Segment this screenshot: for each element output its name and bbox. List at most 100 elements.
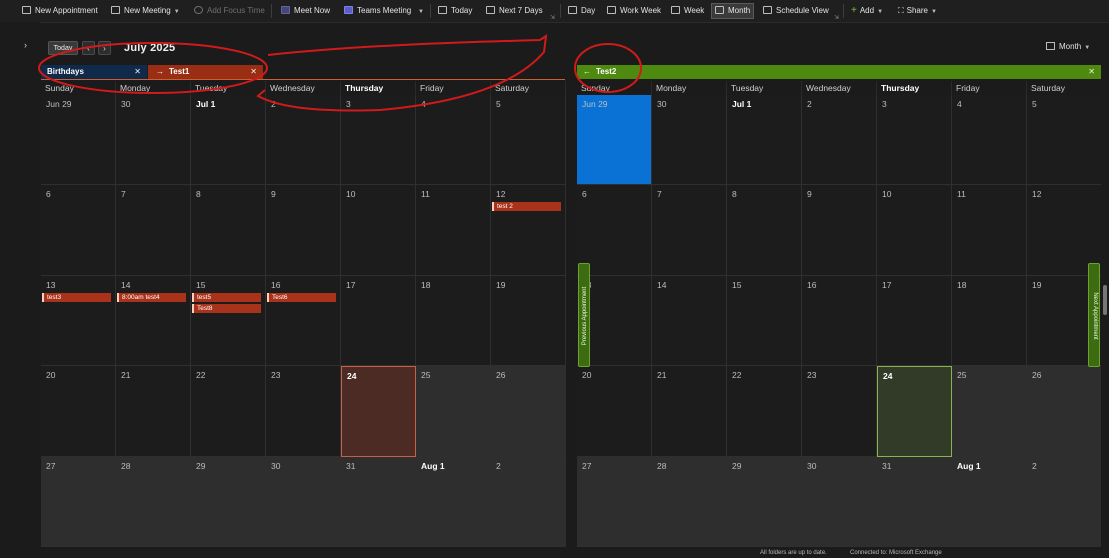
calendar-event[interactable]: 8:00am test4 — [117, 292, 186, 302]
day-cell[interactable]: 3 — [341, 95, 416, 186]
day-cell[interactable]: 30 — [652, 95, 727, 186]
day-cell[interactable]: 30 — [266, 456, 341, 547]
day-cell[interactable]: 8 — [727, 185, 802, 276]
day-cell[interactable]: 12 — [491, 185, 566, 276]
vertical-scrollbar[interactable] — [1101, 80, 1109, 550]
day-cell[interactable]: 18 — [952, 275, 1027, 367]
day-cell[interactable]: 14 — [652, 275, 727, 367]
day-cell[interactable]: 24 — [877, 366, 952, 457]
day-cell[interactable]: 11 — [952, 185, 1027, 276]
day-cell[interactable]: Aug 1 — [952, 456, 1027, 547]
previous-month-button[interactable]: ‹ — [82, 41, 95, 55]
teams-meeting-button[interactable]: Teams Meeting — [344, 4, 411, 18]
day-cell[interactable]: 5 — [491, 95, 566, 186]
work-week-view-button[interactable]: Work Week — [607, 4, 661, 18]
month-view-button[interactable]: Month — [711, 3, 755, 19]
day-cell[interactable]: 29 — [727, 456, 802, 547]
day-cell[interactable]: Jul 1 — [191, 95, 266, 186]
day-cell[interactable]: 20 — [577, 366, 652, 457]
day-cell[interactable]: 10 — [877, 185, 952, 276]
day-cell[interactable]: 11 — [416, 185, 491, 276]
add-button[interactable]: + Add ▼ — [851, 4, 883, 18]
day-cell[interactable]: 18 — [416, 275, 491, 367]
day-cell[interactable]: 30 — [116, 95, 191, 186]
new-appointment-button[interactable]: New Appointment — [22, 4, 98, 18]
day-cell[interactable]: 19 — [491, 275, 566, 367]
day-cell[interactable]: 20 — [41, 366, 116, 457]
teams-meeting-dropdown[interactable]: ▼ — [415, 4, 424, 18]
day-cell[interactable]: 31 — [341, 456, 416, 547]
day-cell[interactable]: 9 — [266, 185, 341, 276]
day-cell[interactable]: 28 — [116, 456, 191, 547]
day-cell[interactable]: 9 — [802, 185, 877, 276]
close-icon[interactable]: ✕ — [1088, 65, 1095, 79]
week-view-button[interactable]: Week — [671, 4, 704, 18]
view-select[interactable]: Month ▼ — [1046, 42, 1090, 51]
day-cell[interactable]: Aug 1 — [416, 456, 491, 547]
day-cell[interactable]: 26 — [491, 366, 566, 457]
next-appointment-tab[interactable]: Next Appointment — [1088, 263, 1100, 367]
close-icon[interactable]: ✕ — [134, 65, 141, 79]
day-cell[interactable]: 22 — [727, 366, 802, 457]
day-cell[interactable]: 2 — [491, 456, 566, 547]
day-cell[interactable]: 4 — [416, 95, 491, 186]
day-cell[interactable]: 8 — [191, 185, 266, 276]
previous-appointment-tab[interactable]: Previous Appointment — [578, 263, 590, 367]
new-meeting-button[interactable]: New Meeting ▼ — [111, 4, 180, 18]
day-cell[interactable]: 21 — [652, 366, 727, 457]
day-cell[interactable]: 7 — [652, 185, 727, 276]
day-cell[interactable]: 4 — [952, 95, 1027, 186]
day-cell[interactable]: Jun 29 — [577, 95, 652, 186]
next-7-days-button[interactable]: Next 7 Days — [486, 4, 543, 18]
day-cell[interactable]: 21 — [116, 366, 191, 457]
schedule-view-button[interactable]: Schedule View — [763, 4, 829, 18]
day-cell[interactable]: 17 — [877, 275, 952, 367]
calendar-event[interactable]: test 2 — [492, 202, 561, 212]
day-cell[interactable]: 23 — [266, 366, 341, 457]
day-cell[interactable]: 13 — [41, 275, 116, 367]
share-button[interactable]: ⛶ Share ▼ — [898, 4, 937, 18]
meet-now-button[interactable]: Meet Now — [281, 4, 330, 18]
day-cell[interactable]: 26 — [1027, 366, 1102, 457]
day-cell[interactable]: Jun 29 — [41, 95, 116, 186]
day-cell[interactable]: 23 — [802, 366, 877, 457]
day-cell[interactable]: 30 — [802, 456, 877, 547]
day-cell[interactable]: Jul 1 — [727, 95, 802, 186]
day-cell[interactable]: 7 — [116, 185, 191, 276]
day-cell[interactable]: 31 — [877, 456, 952, 547]
day-cell[interactable]: 14 — [116, 275, 191, 367]
day-cell[interactable]: 2 — [802, 95, 877, 186]
calendar-tab-test2[interactable]: ← Test2 ✕ — [577, 65, 1101, 79]
day-cell[interactable]: 6 — [41, 185, 116, 276]
day-cell[interactable]: 16 — [266, 275, 341, 367]
day-cell[interactable]: 3 — [877, 95, 952, 186]
day-cell[interactable]: 15 — [191, 275, 266, 367]
day-cell[interactable]: 27 — [41, 456, 116, 547]
day-cell[interactable]: 10 — [341, 185, 416, 276]
calendar-tab-birthdays[interactable]: Birthdays ✕ — [41, 65, 147, 79]
day-cell[interactable]: 17 — [341, 275, 416, 367]
day-cell[interactable]: 25 — [416, 366, 491, 457]
day-cell[interactable]: 16 — [802, 275, 877, 367]
day-cell[interactable]: 24 — [341, 366, 416, 457]
close-icon[interactable]: ✕ — [250, 65, 257, 79]
expand-folder-pane-icon[interactable]: › — [24, 40, 27, 50]
day-cell[interactable]: 25 — [952, 366, 1027, 457]
dialog-launcher-icon[interactable]: ⇲ — [834, 14, 839, 21]
dialog-launcher-icon[interactable]: ⇲ — [550, 14, 555, 21]
calendar-event[interactable]: Test8 — [192, 303, 261, 313]
day-cell[interactable]: 2 — [1027, 456, 1102, 547]
day-cell[interactable]: 2 — [266, 95, 341, 186]
today-button[interactable]: Today — [48, 41, 78, 55]
add-focus-time-button[interactable]: Add Focus Time — [194, 4, 265, 18]
day-cell[interactable]: 5 — [1027, 95, 1102, 186]
calendar-event[interactable]: test5 — [192, 292, 261, 302]
calendar-tab-test1[interactable]: → Test1 ✕ — [148, 65, 263, 79]
day-cell[interactable]: 15 — [727, 275, 802, 367]
day-cell[interactable]: 22 — [191, 366, 266, 457]
calendar-event[interactable]: test3 — [42, 292, 111, 302]
day-cell[interactable]: 27 — [577, 456, 652, 547]
today-view-button[interactable]: Today — [438, 4, 472, 18]
day-view-button[interactable]: Day — [568, 4, 595, 18]
day-cell[interactable]: 29 — [191, 456, 266, 547]
